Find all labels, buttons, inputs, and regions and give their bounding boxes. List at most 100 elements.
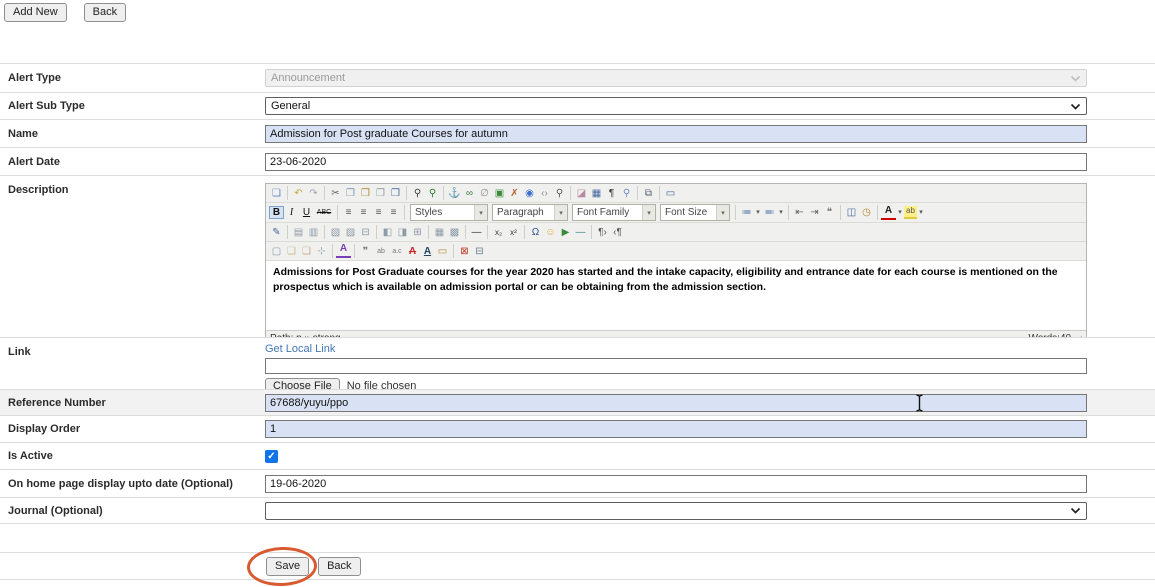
attributes-icon[interactable]: ▭	[435, 245, 450, 258]
background-color-icon[interactable]: ab	[904, 206, 917, 219]
styles-select[interactable]: Styles▾	[410, 204, 488, 221]
find-replace-icon[interactable]: ⚲	[425, 187, 440, 200]
merge-cells-icon[interactable]: ▩	[447, 226, 462, 239]
horizontal-rule-icon[interactable]: —	[469, 226, 484, 239]
italic-icon[interactable]: I	[284, 206, 299, 219]
bold-icon[interactable]: B	[269, 206, 284, 219]
emoticons-icon[interactable]: ☺	[543, 226, 558, 239]
preview-icon[interactable]: ⚲	[552, 187, 567, 200]
table-row-properties-icon[interactable]: ▤	[291, 226, 306, 239]
save-button[interactable]: Save	[266, 557, 309, 576]
insert-image-icon[interactable]: ▣	[492, 187, 507, 200]
insert-column-before-icon[interactable]: ◧	[380, 226, 395, 239]
style-properties-icon[interactable]: A	[336, 244, 351, 258]
insert-row-before-icon[interactable]: ▧	[328, 226, 343, 239]
outdent-icon[interactable]: ⇤	[792, 206, 807, 219]
copy-icon[interactable]: ❐	[343, 187, 358, 200]
toolbar-separator	[404, 205, 405, 220]
insert-layer-icon[interactable]: ▢	[269, 245, 284, 258]
insert-date-icon[interactable]: ◫	[844, 206, 859, 219]
link-input[interactable]	[265, 358, 1087, 374]
acronym-icon[interactable]: a.c	[389, 245, 405, 258]
numbered-list-caret-icon[interactable]: ▾	[777, 206, 785, 219]
cut-icon[interactable]: ✂	[328, 187, 343, 200]
fullscreen-icon[interactable]: ▭	[663, 187, 678, 200]
insert-row-after-icon[interactable]: ▨	[343, 226, 358, 239]
display-upto-date-input[interactable]	[265, 475, 1087, 493]
bullet-list-caret-icon[interactable]: ▾	[754, 206, 762, 219]
eraser-icon[interactable]: ◪	[574, 187, 589, 200]
deleted-text-icon[interactable]: A	[405, 245, 420, 258]
back-button-bottom[interactable]: Back	[318, 557, 360, 576]
split-cells-icon[interactable]: ▦	[432, 226, 447, 239]
align-left-icon[interactable]: ≡	[341, 206, 356, 219]
absolute-position-icon[interactable]: ⊹	[314, 245, 329, 258]
reference-number-input[interactable]	[265, 394, 1087, 412]
bullet-list-icon[interactable]: ≔	[739, 206, 754, 219]
superscript-icon[interactable]: x²	[506, 226, 521, 239]
indent-icon[interactable]: ⇥	[807, 206, 822, 219]
add-new-button[interactable]: Add New	[4, 3, 67, 22]
delete-column-icon[interactable]: ⊞	[410, 226, 425, 239]
paste-icon[interactable]: ❒	[358, 187, 373, 200]
font-family-select[interactable]: Font Family▾	[572, 204, 656, 221]
insert-link-icon[interactable]: ∞	[462, 187, 477, 200]
align-right-icon[interactable]: ≡	[371, 206, 386, 219]
find-icon[interactable]: ⚲	[410, 187, 425, 200]
underline-icon[interactable]: U	[299, 206, 314, 219]
table-cell-properties-icon[interactable]: ▥	[306, 226, 321, 239]
zoom-preview-icon[interactable]: ⚲	[619, 187, 634, 200]
display-order-input[interactable]	[265, 420, 1087, 438]
move-backward-icon[interactable]: ❏	[299, 245, 314, 258]
print-icon[interactable]: ⧉	[641, 187, 656, 200]
delete-row-icon[interactable]: ⊟	[358, 226, 373, 239]
cleanup-icon[interactable]: ✗	[507, 187, 522, 200]
insert-time-icon[interactable]: ◷	[859, 206, 874, 219]
journal-select[interactable]	[265, 502, 1087, 520]
editor-content[interactable]: Admissions for Post Graduate courses for…	[266, 261, 1086, 330]
unlink-icon[interactable]: ∅	[477, 187, 492, 200]
text-color-icon[interactable]: A	[881, 206, 896, 220]
new-document-icon[interactable]: ❏	[269, 187, 284, 200]
blockquote-icon[interactable]: ❝	[822, 206, 837, 219]
subscript-icon[interactable]: x₂	[491, 226, 506, 239]
insert-table-icon[interactable]: ▦	[589, 187, 604, 200]
anchor-icon[interactable]: ⚓	[447, 187, 462, 200]
edit-html-icon[interactable]: ✎	[269, 226, 284, 239]
paste-from-word-icon[interactable]: ❒	[388, 187, 403, 200]
rtl-paragraph-icon[interactable]: ‹¶	[610, 226, 625, 239]
name-input[interactable]	[265, 125, 1087, 143]
font-size-select[interactable]: Font Size▾	[660, 204, 730, 221]
align-center-icon[interactable]: ≡	[356, 206, 371, 219]
citation-icon[interactable]: ❞	[358, 245, 373, 258]
abbreviation-icon[interactable]: ab	[373, 245, 389, 258]
source-code-icon[interactable]: ‹›	[537, 187, 552, 200]
move-forward-icon[interactable]: ❏	[284, 245, 299, 258]
is-active-checkbox[interactable]: ✓	[265, 450, 278, 463]
paste-as-text-icon[interactable]: ❒	[373, 187, 388, 200]
display-upto-date-label: On home page display upto date (Optional…	[0, 470, 257, 497]
special-character-icon[interactable]: Ω	[528, 226, 543, 239]
strikethrough-icon[interactable]: ABC	[314, 206, 334, 219]
undo-icon[interactable]: ↶	[291, 187, 306, 200]
paragraph-format-select[interactable]: Paragraph▾	[492, 204, 568, 221]
alert-date-input[interactable]	[265, 153, 1087, 171]
advanced-hr-icon[interactable]: ―	[573, 226, 588, 239]
help-icon[interactable]: ◉	[522, 187, 537, 200]
background-color-caret-icon[interactable]: ▾	[917, 206, 925, 219]
redo-icon[interactable]: ↷	[306, 187, 321, 200]
visual-characters-icon[interactable]: ⊠	[457, 245, 472, 258]
numbered-list-icon[interactable]: ≕	[762, 206, 777, 219]
insert-column-after-icon[interactable]: ◨	[395, 226, 410, 239]
ltr-paragraph-icon[interactable]: ¶›	[595, 226, 610, 239]
inserted-text-icon[interactable]: A	[420, 245, 435, 258]
visual-aid-icon[interactable]: ¶	[604, 187, 619, 200]
insert-media-icon[interactable]: ▶	[558, 226, 573, 239]
alert-type-label: Alert Type	[0, 64, 257, 92]
alert-sub-type-select[interactable]: General	[265, 97, 1087, 115]
back-button-top[interactable]: Back	[84, 3, 126, 22]
align-justify-icon[interactable]: ≡	[386, 206, 401, 219]
text-color-caret-icon[interactable]: ▾	[896, 206, 904, 219]
get-local-link[interactable]: Get Local Link	[265, 343, 335, 355]
page-break-icon[interactable]: ⊟	[472, 245, 487, 258]
